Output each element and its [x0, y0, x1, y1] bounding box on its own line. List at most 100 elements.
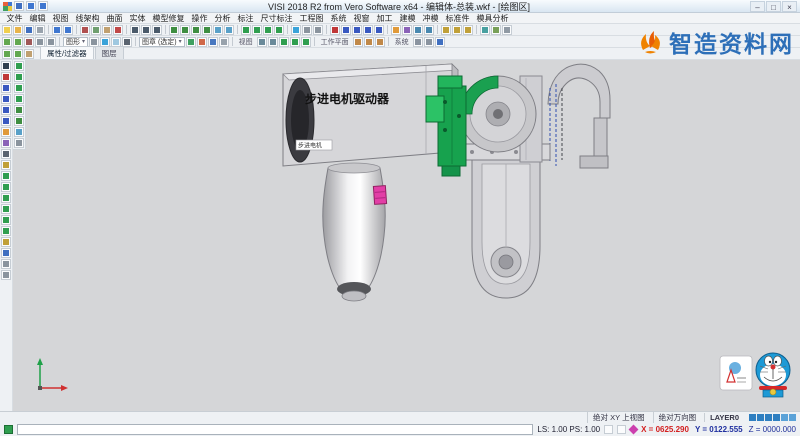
menu-item-13[interactable]: 视窗 [350, 13, 373, 24]
render-shaded-icon[interactable] [100, 37, 110, 47]
annotation-icon[interactable] [463, 25, 473, 35]
redo-quick-icon[interactable] [38, 1, 48, 11]
render-edges-icon[interactable] [122, 37, 132, 47]
deselect-all-icon[interactable] [24, 37, 34, 47]
menu-item-18[interactable]: 模具分析 [473, 13, 512, 24]
calculator-icon[interactable] [1, 259, 11, 269]
filter-dimensions-icon[interactable] [1, 160, 11, 170]
viewport-3d[interactable]: 步进电机 步进电机驱动器 [13, 60, 800, 411]
menu-item-0[interactable]: 文件 [3, 13, 26, 24]
undo-icon[interactable] [52, 25, 62, 35]
view-front-mini-icon[interactable] [14, 72, 24, 82]
snap-quadrant-icon[interactable] [1, 204, 11, 214]
model-bracket[interactable] [464, 144, 550, 298]
zoom-window-icon[interactable] [191, 25, 201, 35]
stamp-color-icon[interactable] [197, 37, 207, 47]
snap-grid-icon[interactable] [1, 226, 11, 236]
stamp-dropdown[interactable]: 图章 (选定) ▾ [139, 37, 185, 47]
zoom-in-icon[interactable] [169, 25, 179, 35]
menu-item-17[interactable]: 标准件 [442, 13, 473, 24]
menu-item-6[interactable]: 模型修复 [149, 13, 188, 24]
fillet-icon[interactable] [413, 25, 423, 35]
quick-pick-icon[interactable] [13, 37, 23, 47]
solid-icon[interactable] [402, 25, 412, 35]
match-properties-icon[interactable] [24, 49, 34, 59]
curve-icon[interactable] [374, 25, 384, 35]
menu-item-10[interactable]: 尺寸标注 [257, 13, 296, 24]
zoom-window-mini-icon[interactable] [14, 116, 24, 126]
wp-by-geometry-icon[interactable] [364, 37, 374, 47]
filter-solids-icon[interactable] [1, 138, 11, 148]
macro-recorder-icon[interactable] [424, 37, 434, 47]
pan-icon[interactable] [213, 25, 223, 35]
surface-icon[interactable] [391, 25, 401, 35]
menu-item-14[interactable]: 加工 [373, 13, 396, 24]
measure-distance-icon[interactable] [1, 237, 11, 247]
minimize-button[interactable]: – [750, 1, 765, 12]
filter-layers-icon[interactable] [13, 49, 23, 59]
menu-item-9[interactable]: 标注 [234, 13, 257, 24]
delete-icon[interactable] [113, 25, 123, 35]
wireframe-mode-icon[interactable] [302, 25, 312, 35]
filter-arcs-icon[interactable] [1, 94, 11, 104]
command-input[interactable] [17, 424, 533, 435]
line-icon[interactable] [341, 25, 351, 35]
maximize-button[interactable]: □ [766, 1, 781, 12]
select-window-icon[interactable] [141, 25, 151, 35]
stamp-show-icon[interactable] [186, 37, 196, 47]
dynamic-pan-icon[interactable] [290, 37, 300, 47]
refresh-view-icon[interactable] [14, 127, 24, 137]
settings-icon[interactable] [502, 25, 512, 35]
new-file-icon[interactable] [2, 25, 12, 35]
menu-item-1[interactable]: 编辑 [26, 13, 49, 24]
select-all-icon[interactable] [152, 25, 162, 35]
render-wireframe-icon[interactable] [89, 37, 99, 47]
cut-icon[interactable] [80, 25, 90, 35]
arc-icon[interactable] [352, 25, 362, 35]
undo-quick-icon[interactable] [26, 1, 36, 11]
snap-middle-icon[interactable] [1, 182, 11, 192]
close-button[interactable]: × [782, 1, 797, 12]
model-hook[interactable] [548, 64, 610, 168]
hidden-line-mode-icon[interactable] [313, 25, 323, 35]
menu-item-3[interactable]: 线架构 [72, 13, 103, 24]
wp-standard-icon[interactable] [353, 37, 363, 47]
open-folder-icon[interactable] [13, 25, 23, 35]
coordinate-mode[interactable]: 绝对 XY 上视图 [587, 412, 650, 423]
filter-lines-icon[interactable] [1, 83, 11, 93]
system-options-icon[interactable] [413, 37, 423, 47]
selection-filter-icon[interactable] [2, 37, 12, 47]
stamp-layer-icon[interactable] [208, 37, 218, 47]
filter-surfaces-icon[interactable] [1, 127, 11, 137]
copy-icon[interactable] [91, 25, 101, 35]
active-layer[interactable]: LAYER0 [704, 413, 744, 422]
model-magenta-clip[interactable] [373, 186, 386, 205]
menu-item-12[interactable]: 系统 [327, 13, 350, 24]
help-icon[interactable] [435, 37, 445, 47]
wp-origin-icon[interactable] [375, 37, 385, 47]
preferences-icon[interactable] [1, 270, 11, 280]
grid-snap-icon[interactable] [604, 425, 613, 434]
next-view-icon[interactable] [268, 37, 278, 47]
scene-canvas[interactable]: 步进电机 步进电机驱动器 [13, 60, 800, 411]
filter-circles-icon[interactable] [1, 105, 11, 115]
measure-icon[interactable] [441, 25, 451, 35]
shaded-mode-icon[interactable] [291, 25, 301, 35]
filter-properties-icon[interactable] [2, 49, 12, 59]
view-top-mini-icon[interactable] [14, 61, 24, 71]
save-icon[interactable] [24, 25, 34, 35]
snap-end-icon[interactable] [1, 171, 11, 181]
tab-layers[interactable]: 图层 [95, 46, 124, 59]
view-top-icon[interactable] [263, 25, 273, 35]
layers-icon[interactable] [480, 25, 490, 35]
select-arrow-icon[interactable] [1, 61, 11, 71]
filter-text-icon[interactable] [1, 149, 11, 159]
render-ghost-icon[interactable] [111, 37, 121, 47]
paste-icon[interactable] [102, 25, 112, 35]
entity-info-icon[interactable] [1, 248, 11, 258]
view-iso-icon[interactable] [241, 25, 251, 35]
ortho-mode-icon[interactable] [617, 425, 626, 434]
zoom-fit-mini-icon[interactable] [14, 105, 24, 115]
snap-center-icon[interactable] [1, 193, 11, 203]
rotate-view-icon[interactable] [224, 25, 234, 35]
